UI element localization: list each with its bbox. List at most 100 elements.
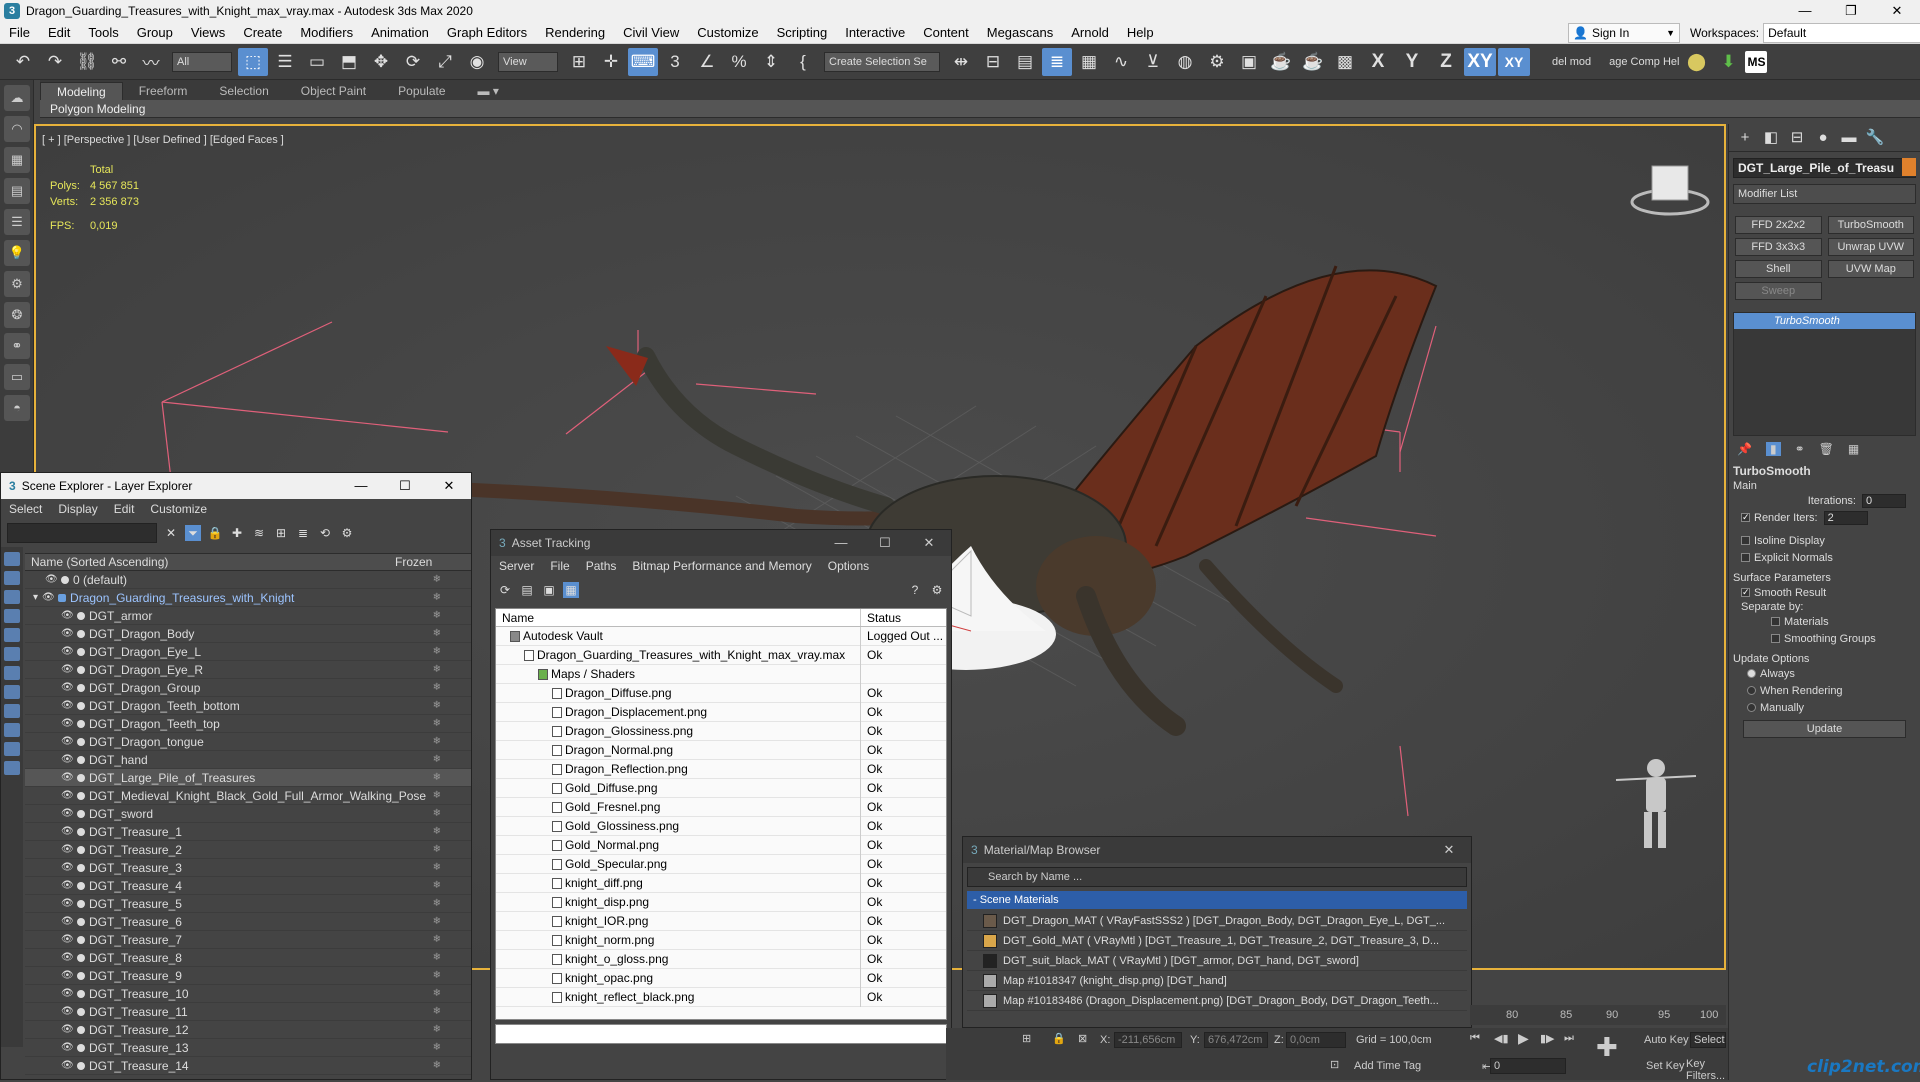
asset-row[interactable]: Gold_Glossiness.png Ok: [496, 816, 946, 836]
tab-selection[interactable]: Selection: [203, 82, 284, 100]
render-setup-icon[interactable]: ⚙: [1202, 48, 1232, 76]
axis-y-button[interactable]: Y: [1396, 48, 1428, 76]
scene-explorer-row[interactable]: 👁 DGT_Treasure_4 ❄: [25, 877, 471, 895]
render-toggle-icon[interactable]: [77, 935, 85, 944]
scene-materials-header[interactable]: - Scene Materials: [967, 891, 1467, 909]
menu-modifiers[interactable]: Modifiers: [291, 25, 362, 40]
axis-z-button[interactable]: Z: [1430, 48, 1462, 76]
material-row[interactable]: Map #1018347 (knight_disp.png) [DGT_hand…: [967, 971, 1467, 991]
visibility-icon[interactable]: 👁: [61, 1060, 74, 1071]
visibility-icon[interactable]: 👁: [42, 592, 55, 603]
menu-graph-editors[interactable]: Graph Editors: [438, 25, 536, 40]
reference-coordinate-dropdown[interactable]: View: [498, 51, 558, 72]
frozen-icon[interactable]: ❄: [433, 646, 441, 657]
time-tag-icon[interactable]: ⊡: [1330, 1058, 1339, 1071]
filter-frozen-icon[interactable]: [4, 742, 20, 756]
add-layer-icon[interactable]: ✚: [229, 525, 245, 541]
place-icon[interactable]: ◉: [462, 48, 492, 76]
isolate-icon[interactable]: ⊞: [1022, 1032, 1031, 1045]
menu-animation[interactable]: Animation: [362, 25, 438, 40]
window-crossing-icon[interactable]: ⬒: [334, 48, 364, 76]
menu-content[interactable]: Content: [914, 25, 978, 40]
filter-helpers-icon[interactable]: [4, 628, 20, 642]
menu-create[interactable]: Create: [234, 25, 291, 40]
render-toggle-icon[interactable]: [77, 1025, 85, 1034]
frozen-icon[interactable]: ❄: [433, 736, 441, 747]
frozen-icon[interactable]: ❄: [433, 772, 441, 783]
minimize-icon[interactable]: —: [819, 530, 863, 556]
edit-named-selection-icon[interactable]: {: [788, 48, 818, 76]
render-toggle-icon[interactable]: [77, 755, 85, 764]
bind-spacewarp-icon[interactable]: 〰: [136, 48, 166, 76]
frozen-icon[interactable]: ❄: [433, 592, 441, 603]
material-row[interactable]: DGT_Dragon_MAT ( VRayFastSSS2 ) [DGT_Dra…: [967, 911, 1467, 931]
scene-explorer-row[interactable]: 👁 DGT_armor ❄: [25, 607, 471, 625]
spinner-snap-icon[interactable]: ⇕: [756, 48, 786, 76]
redo-icon[interactable]: ↷: [40, 48, 70, 76]
asset-row[interactable]: Dragon_Guarding_Treasures_with_Knight_ma…: [496, 645, 946, 665]
ffd-2x2x2-button[interactable]: FFD 2x2x2: [1735, 216, 1822, 234]
turbosmooth-title[interactable]: TurboSmooth: [1733, 464, 1916, 478]
asset-row[interactable]: knight_opac.png Ok: [496, 968, 946, 988]
object-name-field[interactable]: DGT_Large_Pile_of_Treasu: [1733, 158, 1916, 178]
angle-snap-icon[interactable]: ∠: [692, 48, 722, 76]
visibility-icon[interactable]: 👁: [61, 1042, 74, 1053]
scene-explorer-row[interactable]: 👁 DGT_Treasure_5 ❄: [25, 895, 471, 913]
frozen-icon[interactable]: ❄: [433, 1060, 441, 1071]
render-toggle-icon[interactable]: [77, 827, 85, 836]
scene-explorer-row[interactable]: 👁 DGT_Treasure_13 ❄: [25, 1039, 471, 1057]
always-radio[interactable]: [1747, 669, 1756, 678]
iterations-spinner[interactable]: 0: [1862, 493, 1906, 508]
frozen-icon[interactable]: ❄: [433, 1024, 441, 1035]
visibility-icon[interactable]: 👁: [61, 772, 74, 783]
scene-explorer-row[interactable]: 👁 DGT_Treasure_10 ❄: [25, 985, 471, 1003]
visibility-icon[interactable]: 👁: [61, 898, 74, 909]
render-iters-spinner[interactable]: 2: [1823, 510, 1868, 525]
display-icon[interactable]: ▭: [4, 364, 30, 390]
asset-row[interactable]: Dragon_Normal.png Ok: [496, 740, 946, 760]
thumbnail-view-icon[interactable]: ▣: [541, 582, 557, 598]
list-view-icon[interactable]: ▤: [519, 582, 535, 598]
move-icon[interactable]: ✥: [366, 48, 396, 76]
select-object-icon[interactable]: ⬚: [238, 47, 268, 76]
col-frozen-header[interactable]: Frozen: [395, 555, 432, 569]
render-toggle-icon[interactable]: [77, 863, 85, 872]
frozen-icon[interactable]: ❄: [433, 628, 441, 639]
filter-cameras-icon[interactable]: [4, 609, 20, 623]
render-toggle-icon[interactable]: [77, 809, 85, 818]
at-menu-file[interactable]: File: [542, 559, 577, 573]
sync-icon[interactable]: ⟲: [317, 525, 333, 541]
filter-icon[interactable]: ⏷: [185, 525, 201, 541]
at-menu-options[interactable]: Options: [820, 559, 877, 573]
asset-row[interactable]: Autodesk Vault Logged Out ...: [496, 626, 946, 646]
filter-bones-icon[interactable]: [4, 704, 20, 718]
visibility-icon[interactable]: 👁: [61, 610, 74, 621]
rendered-frame-window-icon[interactable]: ▣: [1234, 48, 1264, 76]
age-comp-button[interactable]: age Comp Hel: [1609, 56, 1679, 68]
scene-explorer-row[interactable]: 👁 DGT_Large_Pile_of_Treasures ❄: [25, 769, 471, 787]
frozen-icon[interactable]: ❄: [433, 664, 441, 675]
asset-row[interactable]: Dragon_Reflection.png Ok: [496, 759, 946, 779]
megascans-icon[interactable]: ⬇: [1713, 48, 1743, 76]
asset-row[interactable]: Gold_Fresnel.png Ok: [496, 797, 946, 817]
maximize-icon[interactable]: ❐: [1828, 0, 1874, 22]
scene-explorer-titlebar[interactable]: 3 Scene Explorer - Layer Explorer — ☐ ✕: [1, 473, 471, 499]
object-color-swatch[interactable]: [1902, 158, 1916, 176]
lights-icon[interactable]: 💡: [4, 240, 30, 266]
menu-arnold[interactable]: Arnold: [1062, 25, 1118, 40]
frozen-icon[interactable]: ❄: [433, 988, 441, 999]
modifier-list-dropdown[interactable]: Modifier List: [1733, 184, 1916, 204]
menu-edit[interactable]: Edit: [39, 25, 79, 40]
show-end-result-icon[interactable]: ▮: [1765, 442, 1781, 456]
visibility-icon[interactable]: 👁: [61, 736, 74, 747]
asset-row[interactable]: Dragon_Displacement.png Ok: [496, 702, 946, 722]
axis-x-button[interactable]: X: [1362, 48, 1394, 76]
toggle-scene-explorer-icon[interactable]: ▤: [1010, 48, 1040, 76]
frozen-icon[interactable]: ❄: [433, 916, 441, 927]
x-coordinate-field[interactable]: -211,656cm: [1114, 1032, 1182, 1048]
auto-key-button[interactable]: Auto Key: [1644, 1034, 1689, 1046]
material-editor-icon[interactable]: ◍: [1170, 48, 1200, 76]
turbosmooth-button[interactable]: TurboSmooth: [1827, 216, 1914, 234]
visibility-icon[interactable]: 👁: [61, 844, 74, 855]
asset-path-field[interactable]: [495, 1024, 947, 1044]
